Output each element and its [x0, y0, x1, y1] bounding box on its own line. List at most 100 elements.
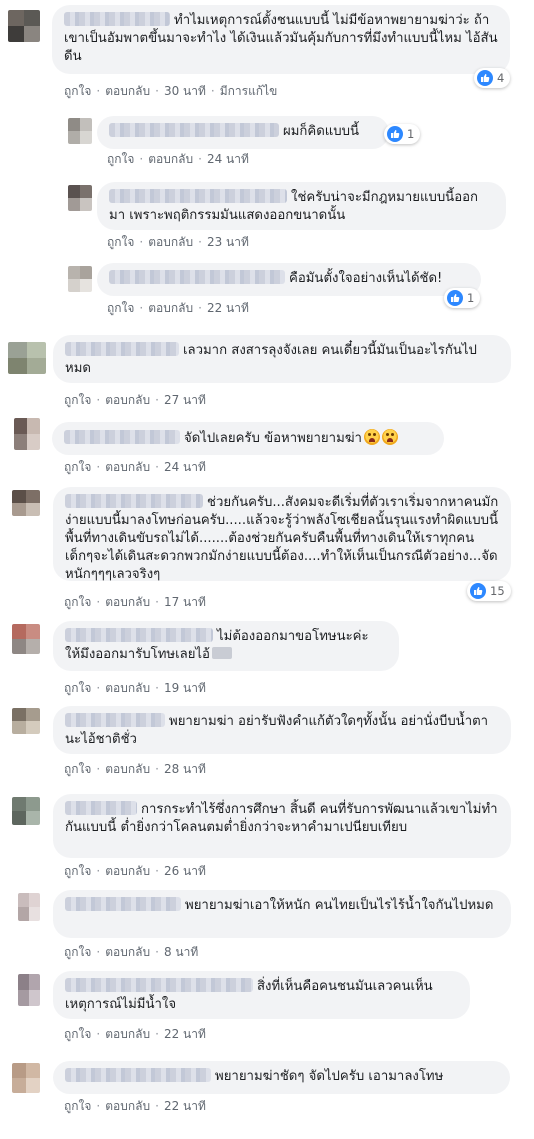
comment-actions: ถูกใจ · ตอบกลับ · 22 นาที — [107, 301, 249, 315]
reply-link[interactable]: ตอบกลับ — [105, 393, 150, 407]
like-link[interactable]: ถูกใจ — [64, 393, 91, 407]
avatar[interactable] — [12, 797, 40, 825]
timestamp[interactable]: 27 นาที — [164, 393, 206, 407]
edited-label[interactable]: มีการแก้ไข — [220, 84, 278, 98]
commenter-name[interactable] — [64, 430, 180, 444]
avatar[interactable] — [12, 624, 40, 654]
avatar[interactable] — [8, 10, 40, 42]
comment-actions: ถูกใจ · ตอบกลับ · 23 นาที — [107, 235, 249, 249]
comment-bubble: ทำไมเหตุการณ์ตั้งชนแบบนี้ ไม่มีข้อหาพยาย… — [52, 5, 510, 74]
reply-link[interactable]: ตอบกลับ — [105, 460, 150, 474]
avatar[interactable] — [18, 893, 40, 921]
comment-text: ผมก็คิดแบบนี้ — [283, 124, 360, 139]
comment-bubble: คือมันตั้งใจอย่างเห็นได้ชัด! — [97, 263, 481, 296]
timestamp[interactable]: 19 นาที — [164, 681, 206, 695]
commenter-name[interactable] — [109, 189, 287, 203]
emoji-icon — [381, 429, 398, 445]
reply-link[interactable]: ตอบกลับ — [105, 762, 150, 776]
comment-text: พยายามฆ่าชัดๆ จัดไปครับ เอามาลงโทษ — [215, 1069, 444, 1084]
avatar[interactable] — [68, 118, 92, 144]
comment-text: จัดไปเลยครับ ข้อหาพยายามฆ่า — [184, 431, 362, 446]
reply-link[interactable]: ตอบกลับ — [105, 681, 150, 695]
reply-link[interactable]: ตอบกลับ — [148, 235, 193, 249]
timestamp[interactable]: 24 นาที — [164, 460, 206, 474]
comment-actions: ถูกใจ · ตอบกลับ · 28 นาที — [64, 762, 206, 776]
like-icon — [447, 290, 463, 306]
avatar[interactable] — [14, 418, 40, 450]
like-link[interactable]: ถูกใจ — [107, 152, 134, 166]
like-link[interactable]: ถูกใจ — [64, 945, 91, 959]
comment-bubble: พยายามฆ่าชัดๆ จัดไปครับ เอามาลงโทษ — [53, 1061, 510, 1094]
commenter-name[interactable] — [65, 897, 181, 911]
reply-link[interactable]: ตอบกลับ — [105, 864, 150, 878]
reply-link[interactable]: ตอบกลับ — [105, 1099, 150, 1113]
commenter-name[interactable] — [65, 978, 253, 992]
comment-bubble: ใช่ครับน่าจะมีกฎหมายแบบนี้ออกมา เพราะพฤต… — [97, 182, 506, 230]
reply-link[interactable]: ตอบกลับ — [105, 84, 150, 98]
commenter-name[interactable] — [109, 123, 279, 137]
reply-link[interactable]: ตอบกลับ — [148, 152, 193, 166]
commenter-name[interactable] — [65, 1068, 211, 1082]
avatar[interactable] — [12, 1063, 40, 1093]
reaction-count[interactable]: 15 — [467, 581, 511, 601]
avatar[interactable] — [68, 266, 92, 292]
avatar[interactable] — [68, 185, 92, 211]
comment-bubble: พยายามฆ่า อย่ารับฟังคำแก้ตัวใดๆทั้งนั้น … — [53, 706, 511, 754]
comment-bubble: การกระทำไร้ซึ่งการศึกษา สิ้นดี คนที่รับก… — [53, 794, 511, 858]
like-link[interactable]: ถูกใจ — [64, 681, 91, 695]
comment-bubble: พยายามฆ่าเอาให้หนัก คนไทยเป็นไรไร้น้ำใจก… — [53, 890, 511, 938]
reaction-count[interactable]: 1 — [444, 288, 481, 308]
like-link[interactable]: ถูกใจ — [64, 1027, 91, 1041]
timestamp[interactable]: 30 นาที — [164, 84, 206, 98]
timestamp[interactable]: 8 นาที — [164, 945, 198, 959]
reaction-count[interactable]: 1 — [384, 124, 421, 144]
comment-actions: ถูกใจ · ตอบกลับ · 30 นาที · มีการแก้ไข — [64, 84, 278, 98]
like-link[interactable]: ถูกใจ — [64, 762, 91, 776]
timestamp[interactable]: 23 นาที — [207, 235, 249, 249]
like-link[interactable]: ถูกใจ — [64, 460, 91, 474]
comment-actions: ถูกใจ · ตอบกลับ · 27 นาที — [64, 393, 206, 407]
comment-actions: ถูกใจ · ตอบกลับ · 22 นาที — [64, 1027, 206, 1041]
commenter-name[interactable] — [65, 801, 137, 815]
comment-text: พยายามฆ่าเอาให้หนัก คนไทยเป็นไรไร้น้ำใจก… — [185, 898, 494, 913]
timestamp[interactable]: 22 นาที — [164, 1027, 206, 1041]
avatar[interactable] — [8, 342, 46, 374]
like-link[interactable]: ถูกใจ — [107, 301, 134, 315]
commenter-name[interactable] — [65, 628, 213, 642]
commenter-name[interactable] — [65, 342, 179, 356]
reply-link[interactable]: ตอบกลับ — [105, 1027, 150, 1041]
comment-bubble: สิ่งที่เห็นคือคนชนมันเลวคนเห็นเหตุการณ์ไ… — [53, 971, 470, 1019]
avatar[interactable] — [18, 974, 40, 1006]
comment-bubble: ผมก็คิดแบบนี้ — [97, 116, 389, 149]
timestamp[interactable]: 17 นาที — [164, 595, 206, 609]
comment-actions: ถูกใจ · ตอบกลับ · 24 นาที — [107, 152, 249, 166]
comment-bubble: เลวมาก สงสารลุงจังเลย คนเดี๋ยวนี้มันเป็น… — [53, 335, 511, 383]
timestamp[interactable]: 22 นาที — [164, 1099, 206, 1113]
like-link[interactable]: ถูกใจ — [107, 235, 134, 249]
comment-bubble: ไม่ต้องออกมาขอโทษนะค่ะ ให้มึงออกมารับโทษ… — [53, 621, 399, 671]
like-link[interactable]: ถูกใจ — [64, 1099, 91, 1113]
reaction-count[interactable]: 4 — [474, 68, 511, 88]
commenter-name[interactable] — [65, 494, 203, 508]
timestamp[interactable]: 26 นาที — [164, 864, 206, 878]
reply-link[interactable]: ตอบกลับ — [105, 945, 150, 959]
commenter-name[interactable] — [65, 713, 165, 727]
reply-link[interactable]: ตอบกลับ — [105, 595, 150, 609]
comment-text: ช่วยกันครับ...สังคมจะดีเริ่มที่ตัวเราเริ… — [65, 495, 499, 582]
avatar[interactable] — [12, 708, 40, 734]
like-link[interactable]: ถูกใจ — [64, 595, 91, 609]
comment-bubble: จัดไปเลยครับ ข้อหาพยายามฆ่า — [52, 422, 444, 455]
like-link[interactable]: ถูกใจ — [64, 84, 91, 98]
avatar[interactable] — [12, 490, 40, 516]
like-link[interactable]: ถูกใจ — [64, 864, 91, 878]
comment-actions: ถูกใจ · ตอบกลับ · 24 นาที — [64, 460, 206, 474]
timestamp[interactable]: 24 นาที — [207, 152, 249, 166]
comment-actions: ถูกใจ · ตอบกลับ · 26 นาที — [64, 864, 206, 878]
timestamp[interactable]: 22 นาที — [207, 301, 249, 315]
like-icon — [387, 126, 403, 142]
emoji-icon — [363, 429, 380, 445]
commenter-name[interactable] — [64, 12, 170, 26]
commenter-name[interactable] — [109, 270, 285, 284]
reply-link[interactable]: ตอบกลับ — [148, 301, 193, 315]
timestamp[interactable]: 28 นาที — [164, 762, 206, 776]
